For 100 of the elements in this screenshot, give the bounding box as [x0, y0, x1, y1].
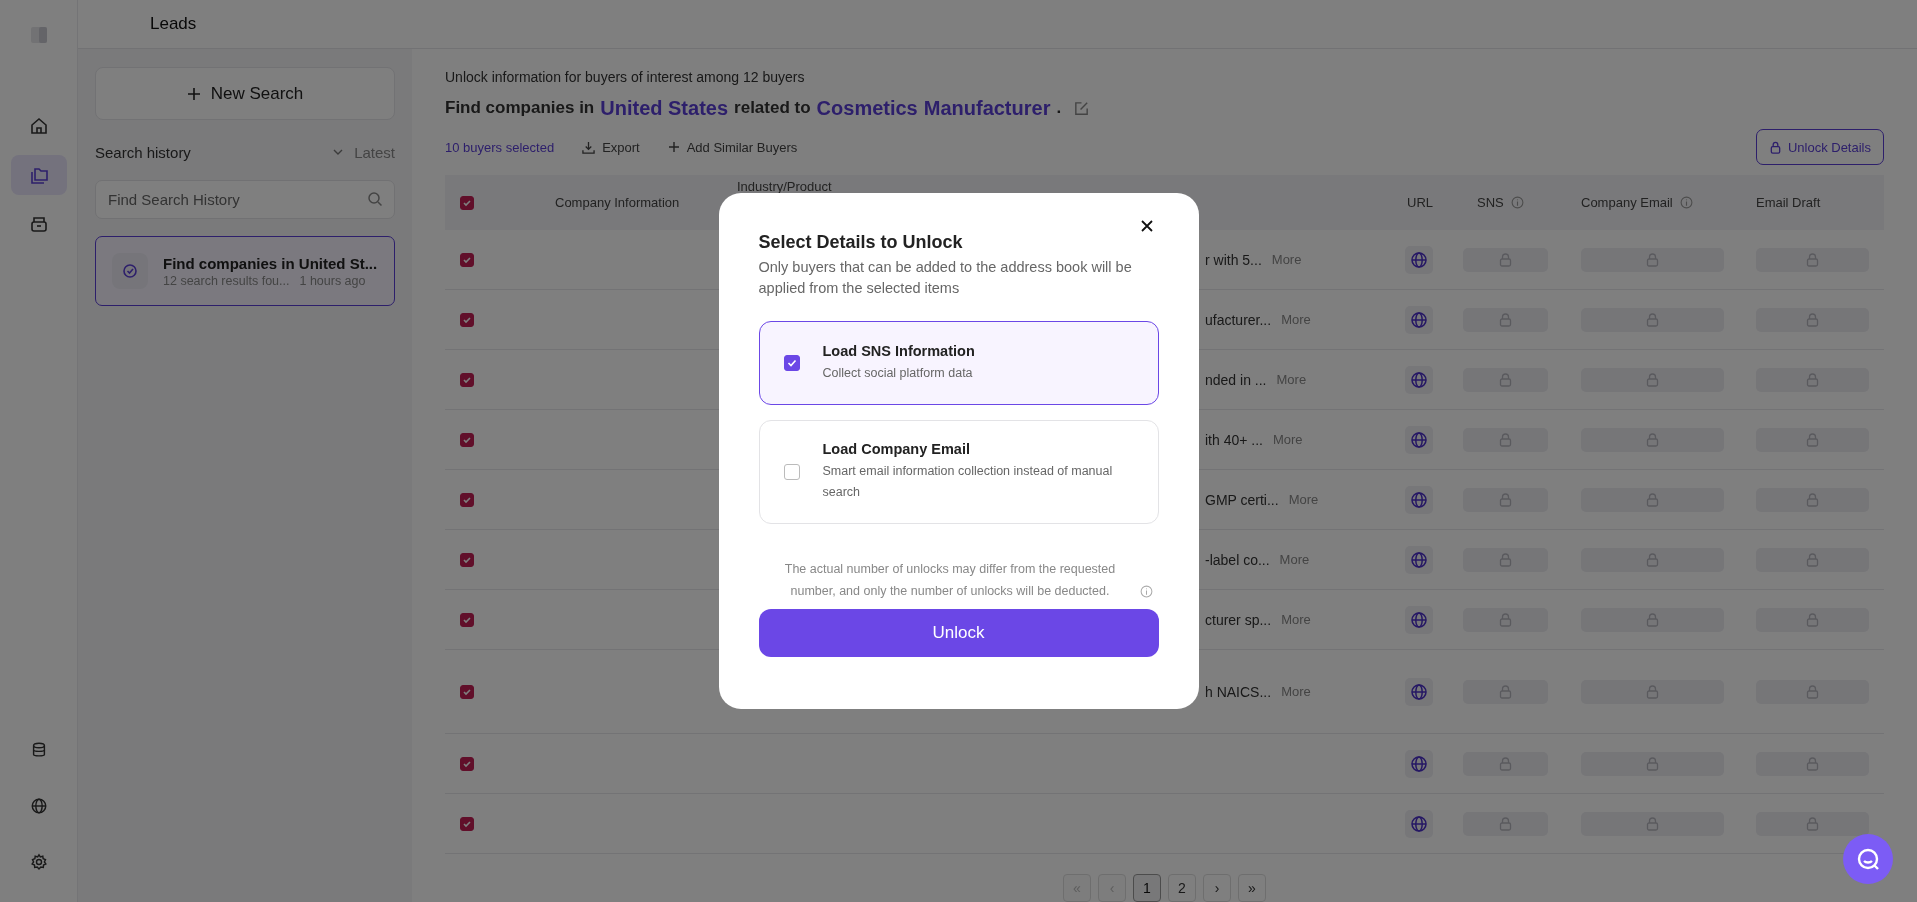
history-item-summary: 12 search results fou...	[163, 273, 290, 288]
dialog-description: Only buyers that can be added to the address book will be applied from the selected items	[758, 258, 1133, 298]
lock-icon	[1646, 756, 1659, 771]
row-checkbox[interactable]	[460, 816, 474, 831]
add-button[interactable]: Add Similar Buyers	[667, 139, 798, 155]
page-button[interactable]: »	[1238, 874, 1266, 902]
unlock-option[interactable]: Load SNS Information Collect social platform data	[758, 321, 1159, 405]
check-icon	[462, 374, 472, 385]
search-field[interactable]: Find Search History	[95, 180, 395, 219]
globe-icon[interactable]	[1405, 485, 1433, 514]
search-history-heading: Search history	[95, 143, 191, 161]
row-checkbox[interactable]	[460, 312, 474, 327]
lock-icon	[1806, 492, 1819, 507]
unlock-details-button[interactable]: Unlock Details	[1755, 129, 1884, 165]
unlock-option[interactable]: Load Company Email Smart email information collection instead of manual search	[758, 420, 1159, 524]
chat-button[interactable]	[1843, 834, 1893, 884]
more-link[interactable]: More	[1279, 552, 1310, 567]
row-checkbox[interactable]	[460, 756, 474, 771]
lock-icon	[1768, 140, 1782, 154]
globe-icon[interactable]	[1405, 749, 1433, 778]
info-icon	[1140, 585, 1153, 598]
folder-icon	[28, 165, 49, 185]
query-text: related to	[734, 98, 811, 118]
product-text: h NAICS...	[1205, 683, 1272, 700]
dialog-title: Select Details to Unlock	[758, 232, 964, 253]
new-search-button[interactable]: New Search	[95, 67, 395, 120]
edit-icon[interactable]	[1073, 99, 1091, 117]
option-description: Smart email information collection instead of manual search	[822, 463, 1114, 501]
lock-icon	[1499, 492, 1512, 507]
column-header: SNS	[1477, 195, 1504, 210]
globe-icon[interactable]	[1405, 677, 1433, 706]
close-icon[interactable]	[1139, 219, 1154, 233]
row-checkbox[interactable]	[460, 432, 474, 447]
unlock-button[interactable]: Unlock	[758, 609, 1159, 657]
column-header: Company Email	[1581, 195, 1673, 210]
column-header: URL	[1407, 195, 1433, 210]
globe-icon[interactable]	[1405, 605, 1433, 634]
check-icon	[462, 818, 472, 829]
more-link[interactable]: More	[1281, 312, 1311, 327]
lock-icon	[1499, 816, 1512, 831]
more-link[interactable]: More	[1276, 372, 1307, 387]
row-checkbox[interactable]	[460, 252, 474, 267]
option-title: Load Company Email	[822, 441, 971, 457]
sidebar-toggle-icon[interactable]	[29, 26, 48, 44]
globe-icon[interactable]	[1405, 545, 1433, 574]
globe-icon[interactable]	[1405, 245, 1433, 274]
lock-icon	[1806, 552, 1819, 567]
page-button[interactable]: ›	[1203, 874, 1231, 902]
lock-icon	[1499, 612, 1512, 627]
option-checkbox[interactable]	[783, 464, 800, 480]
download-icon	[582, 140, 596, 154]
product-text: ith 40+ ...	[1205, 431, 1263, 448]
check-icon	[462, 434, 472, 445]
more-link[interactable]: More	[1288, 492, 1319, 507]
lock-icon	[1806, 372, 1819, 387]
query-keyword: Cosmetics	[816, 96, 918, 120]
more-link[interactable]: More	[1281, 684, 1311, 699]
globe-icon[interactable]	[1405, 425, 1433, 454]
column-header: Company Information	[555, 195, 680, 210]
page-button[interactable]: 2	[1168, 874, 1196, 902]
more-link[interactable]: More	[1281, 612, 1311, 627]
search-icon	[367, 191, 383, 207]
row-checkbox[interactable]	[460, 612, 474, 627]
lock-icon	[1499, 372, 1512, 387]
plus-icon	[186, 86, 201, 101]
lock-icon	[1499, 312, 1512, 327]
globe-icon[interactable]	[1405, 305, 1433, 334]
option-title: Load SNS Information	[822, 342, 975, 359]
lock-icon	[1646, 612, 1659, 627]
globe-icon[interactable]	[1405, 809, 1433, 838]
globe-icon[interactable]	[1405, 365, 1433, 394]
export-button[interactable]: Export	[582, 139, 640, 155]
product-text: r with 5...	[1205, 251, 1262, 268]
selected-count: 10 buyers selected	[445, 139, 555, 155]
select-all-checkbox[interactable]	[460, 195, 474, 210]
globe-icon	[29, 797, 48, 815]
page-button[interactable]: 1	[1133, 874, 1161, 902]
lock-icon	[1806, 684, 1819, 699]
query-keyword: United States	[600, 96, 729, 120]
row-checkbox[interactable]	[460, 684, 474, 699]
archive-icon	[28, 214, 49, 234]
lock-icon	[1499, 432, 1512, 447]
row-checkbox[interactable]	[460, 492, 474, 507]
home-icon	[28, 116, 49, 136]
more-link[interactable]: More	[1271, 252, 1302, 267]
history-item[interactable]: Find companies in United St... 12 search results fou... 1 hours ago	[95, 236, 395, 306]
chat-icon	[1855, 846, 1881, 872]
lock-icon	[1806, 432, 1819, 447]
lock-icon	[1646, 252, 1659, 267]
more-link[interactable]: More	[1273, 432, 1303, 447]
row-checkbox[interactable]	[460, 372, 474, 387]
check-icon	[785, 357, 798, 369]
folder-nav-button[interactable]	[10, 155, 67, 195]
product-text: cturer sp...	[1205, 611, 1272, 628]
column-header: Industry/Product	[737, 179, 832, 194]
check-icon	[462, 614, 472, 625]
option-checkbox[interactable]	[783, 355, 800, 371]
row-checkbox[interactable]	[460, 552, 474, 567]
check-icon	[462, 314, 472, 325]
lock-icon	[1499, 756, 1512, 771]
